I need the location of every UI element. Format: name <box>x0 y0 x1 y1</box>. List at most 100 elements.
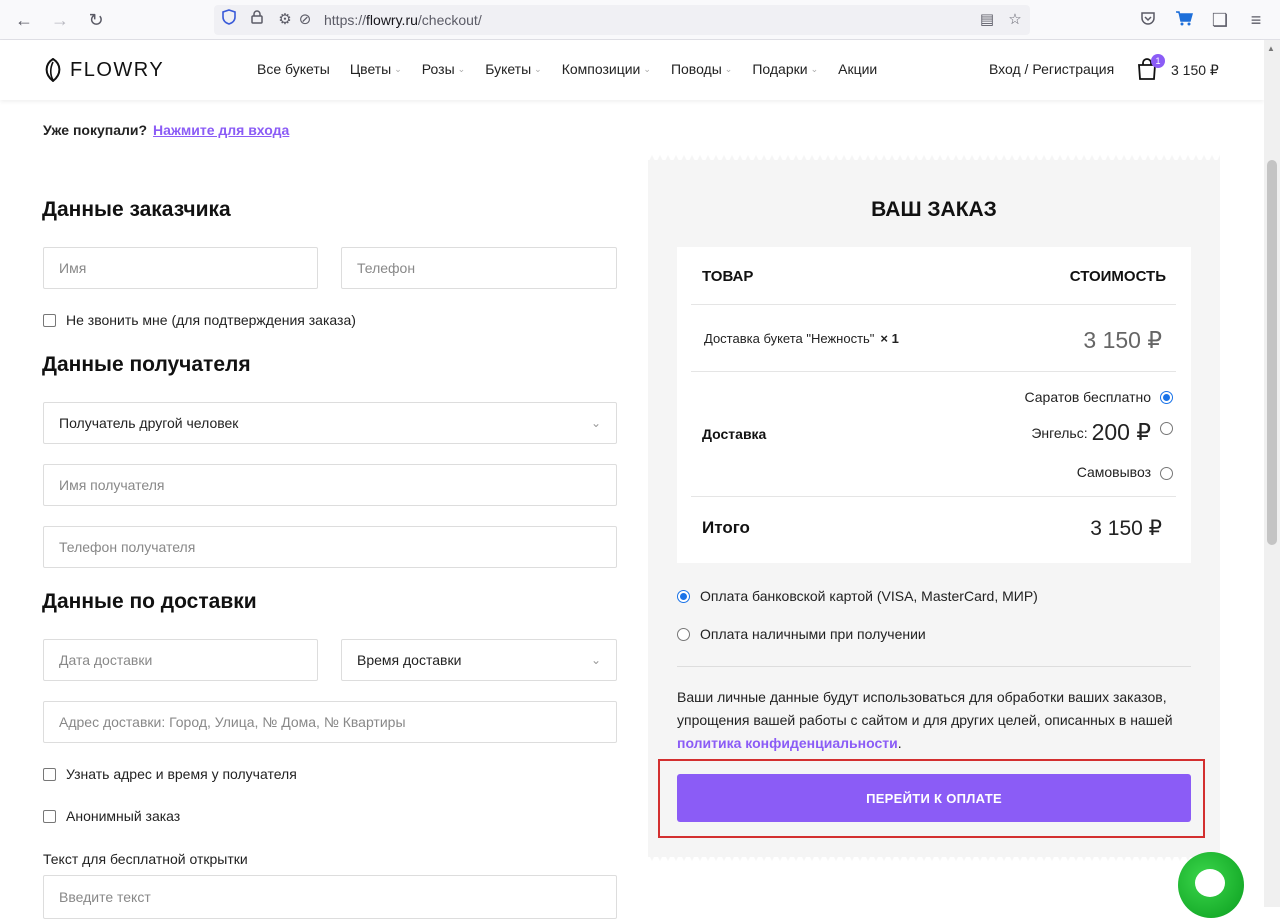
shipping-option-saratov[interactable]: Саратов бесплатно <box>1025 389 1173 405</box>
zigzag-top-edge <box>648 155 1220 163</box>
chat-icon <box>1195 869 1225 897</box>
chevron-down-icon: ⌄ <box>457 63 466 74</box>
nav-compositions[interactable]: Композиции ⌄ <box>562 61 651 77</box>
bookmark-star-icon[interactable]: ☆ <box>1004 9 1026 31</box>
payment-cash-radio[interactable] <box>677 627 690 641</box>
nav-gifts[interactable]: Подарки ⌄ <box>752 61 818 77</box>
delivery-time-select[interactable]: Время доставки ⌄ <box>341 639 617 681</box>
no-call-label: Не звонить мне (для подтверждения заказа… <box>66 312 356 328</box>
payment-divider <box>677 666 1191 667</box>
order-item-price: 3 150 ₽ <box>1083 327 1162 353</box>
table-divider <box>691 371 1176 372</box>
zigzag-bottom-edge <box>648 853 1220 861</box>
customer-section-title: Данные заказчика <box>42 198 231 221</box>
engels-price: 200 ₽ <box>1091 419 1151 445</box>
table-divider <box>691 304 1176 305</box>
recipient-type-select[interactable]: Получатель другой человек ⌄ <box>43 402 617 444</box>
shipping-pickup-radio[interactable] <box>1160 467 1173 480</box>
chevron-down-icon: ⌄ <box>394 63 402 74</box>
lock-icon[interactable] <box>246 9 268 31</box>
privacy-policy-link[interactable]: политика конфиденциальности <box>677 735 898 751</box>
reader-view-icon[interactable]: ▤ <box>976 9 998 31</box>
anonymous-checkbox[interactable] <box>43 809 56 823</box>
recipient-name-input[interactable]: Имя получателя <box>43 464 617 506</box>
browser-toolbar: ← → ↻ ⚙ ⊘ https://flowry.ru/checkout/ ▤ … <box>0 0 1280 40</box>
nav-all-bouquets[interactable]: Все букеты <box>257 61 330 77</box>
delivery-time-value: Время доставки <box>357 652 462 668</box>
col-cost-header: СТОИМОСТЬ <box>1069 268 1166 285</box>
order-item-name: Доставка букета "Нежность" × 1 <box>704 331 899 346</box>
no-call-checkbox[interactable] <box>43 313 56 327</box>
address-bar[interactable]: ⚙ ⊘ https://flowry.ru/checkout/ ▤ ☆ <box>214 5 1030 35</box>
payment-card-option[interactable]: Оплата банковской картой (VISA, MasterCa… <box>677 588 1038 604</box>
privacy-notice: Ваши личные данные будут использоваться … <box>677 689 1173 751</box>
chevron-down-icon: ⌄ <box>810 63 819 74</box>
nav-roses[interactable]: Розы ⌄ <box>422 61 465 77</box>
cart-total[interactable]: 3 150 ₽ <box>1171 62 1219 79</box>
payment-cash-label: Оплата наличными при получении <box>700 626 926 642</box>
shipping-option-engels[interactable]: Энгельс: 200 ₽ <box>1031 419 1173 446</box>
recipient-type-value: Получатель другой человек <box>59 415 239 431</box>
permissions-icon[interactable]: ⚙ <box>274 9 296 31</box>
nav-sales[interactable]: Акции <box>838 61 877 77</box>
nav-flowers[interactable]: Цветы ⌄ <box>350 61 402 77</box>
cart-extension-icon[interactable] <box>1172 8 1196 32</box>
url-text[interactable]: https://flowry.ru/checkout/ <box>324 12 482 28</box>
login-register-link[interactable]: Вход / Регистрация <box>989 61 1114 77</box>
payment-card-label: Оплата банковской картой (VISA, MasterCa… <box>700 588 1038 604</box>
payment-card-radio[interactable] <box>677 589 690 603</box>
logo-text: FLOWRY <box>70 58 165 81</box>
delivery-date-input[interactable]: Дата доставки <box>43 639 318 681</box>
cart-count-badge: 1 <box>1151 54 1165 68</box>
delivery-label: Доставка <box>702 426 767 442</box>
site-header: FLOWRY Все букеты Цветы ⌄ Розы ⌄ Букеты ⌄ К… <box>0 40 1264 100</box>
shipping-saratov-radio[interactable] <box>1160 390 1173 404</box>
card-text-input[interactable]: Введите текст <box>43 875 617 919</box>
ask-recipient-label: Узнать адрес и время у получателя <box>66 766 297 782</box>
chat-widget-button[interactable] <box>1178 852 1244 918</box>
forward-arrow-icon[interactable]: → <box>48 8 72 32</box>
reload-icon[interactable]: ↻ <box>84 8 108 32</box>
logo[interactable]: FLOWRY <box>42 58 164 82</box>
login-prompt-link[interactable]: Нажмите для входа <box>153 122 289 138</box>
returning-question: Уже покупали? <box>43 122 148 138</box>
pocket-icon[interactable] <box>1136 8 1160 32</box>
table-divider <box>691 496 1176 497</box>
shipping-engels-radio[interactable] <box>1160 422 1173 435</box>
extensions-puzzle-icon[interactable]: ❏ <box>1208 8 1232 32</box>
no-call-option[interactable]: Не звонить мне (для подтверждения заказа… <box>43 312 356 328</box>
customer-phone-input[interactable]: Телефон <box>341 247 617 289</box>
customer-name-input[interactable]: Имя <box>43 247 318 289</box>
menu-hamburger-icon[interactable]: ≡ <box>1244 8 1268 32</box>
card-text-label: Текст для бесплатной открытки <box>43 851 248 867</box>
chevron-down-icon: ⌄ <box>534 63 542 74</box>
shield-icon[interactable] <box>218 9 240 31</box>
order-title: ВАШ ЗАКАЗ <box>871 198 997 221</box>
recipient-phone-input[interactable]: Телефон получателя <box>43 526 617 568</box>
leaf-logo-icon <box>45 58 61 82</box>
total-label: Итого <box>702 518 750 537</box>
proceed-to-payment-button[interactable]: ПЕРЕЙТИ К ОПЛАТЕ <box>677 774 1191 822</box>
delivery-section-title: Данные по доставки <box>42 590 257 613</box>
delivery-address-input[interactable]: Адрес доставки: Город, Улица, № Дома, № … <box>43 701 617 743</box>
payment-cash-option[interactable]: Оплата наличными при получении <box>677 626 926 642</box>
scroll-up-icon[interactable]: ▲ <box>1267 44 1275 53</box>
shipping-option-pickup[interactable]: Самовывоз <box>1077 463 1173 480</box>
nav-occasions[interactable]: Поводы ⌄ <box>671 61 732 77</box>
scroll-thumb[interactable] <box>1267 160 1277 545</box>
total-value: 3 150 ₽ <box>1090 517 1162 540</box>
order-table: ТОВАР СТОИМОСТЬ Доставка букета "Нежност… <box>677 247 1191 563</box>
page-scrollbar[interactable]: ▲ <box>1264 40 1280 907</box>
nav-bouquets[interactable]: Букеты ⌄ <box>485 61 542 77</box>
main-nav: Все букеты Цветы ⌄ Розы ⌄ Букеты ⌄ Композиц… <box>257 61 897 77</box>
anonymous-label: Анонимный заказ <box>66 808 181 824</box>
ask-recipient-checkbox[interactable] <box>43 767 56 781</box>
col-product-header: ТОВАР <box>702 268 754 285</box>
anonymous-option[interactable]: Анонимный заказ <box>43 808 180 824</box>
ask-recipient-option[interactable]: Узнать адрес и время у получателя <box>43 766 297 782</box>
chevron-down-icon: ⌄ <box>590 653 601 667</box>
back-arrow-icon[interactable]: ← <box>12 8 36 32</box>
recipient-section-title: Данные получателя <box>42 353 251 376</box>
tracking-blocked-icon[interactable]: ⊘ <box>294 9 316 31</box>
chevron-down-icon: ⌄ <box>643 63 651 74</box>
